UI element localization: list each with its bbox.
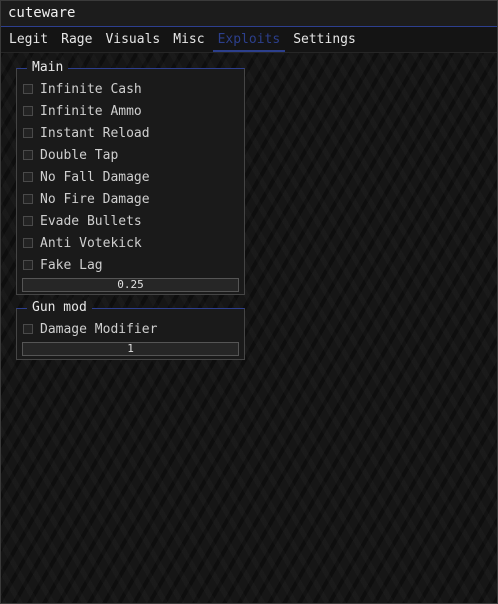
option-no-fall-damage[interactable]: No Fall Damage [17, 166, 244, 188]
option-instant-reload[interactable]: Instant Reload [17, 122, 244, 144]
infinite-ammo-label: Infinite Ammo [40, 103, 142, 119]
double-tap-checkbox[interactable] [23, 150, 33, 160]
gun-mod-group: Gun mod Damage Modifier 1 [16, 300, 245, 360]
tab-bar: Legit Rage Visuals Misc Exploits Setting… [1, 27, 497, 53]
option-fake-lag[interactable]: Fake Lag [17, 254, 244, 276]
evade-bullets-label: Evade Bullets [40, 213, 142, 229]
option-no-fire-damage[interactable]: No Fire Damage [17, 188, 244, 210]
content-area: Main Infinite Cash Infinite Ammo Instant… [1, 53, 497, 603]
option-infinite-cash[interactable]: Infinite Cash [17, 78, 244, 100]
no-fall-damage-label: No Fall Damage [40, 169, 150, 185]
main-group-title: Main [27, 60, 69, 76]
gun-mod-group-title: Gun mod [27, 300, 92, 316]
window-title: cuteware [1, 1, 497, 27]
fake-lag-checkbox[interactable] [23, 260, 33, 270]
infinite-cash-checkbox[interactable] [23, 84, 33, 94]
option-infinite-ammo[interactable]: Infinite Ammo [17, 100, 244, 122]
tab-visuals[interactable]: Visuals [100, 27, 165, 52]
no-fire-damage-label: No Fire Damage [40, 191, 150, 207]
option-evade-bullets[interactable]: Evade Bullets [17, 210, 244, 232]
tab-misc[interactable]: Misc [168, 27, 209, 52]
anti-votekick-label: Anti Votekick [40, 235, 142, 251]
double-tap-label: Double Tap [40, 147, 119, 163]
instant-reload-label: Instant Reload [40, 125, 150, 141]
infinite-ammo-checkbox[interactable] [23, 106, 33, 116]
tab-legit[interactable]: Legit [4, 27, 53, 52]
damage-modifier-label: Damage Modifier [40, 321, 158, 337]
option-anti-votekick[interactable]: Anti Votekick [17, 232, 244, 254]
no-fire-damage-checkbox[interactable] [23, 194, 33, 204]
option-double-tap[interactable]: Double Tap [17, 144, 244, 166]
app-window: cuteware Legit Rage Visuals Misc Exploit… [0, 0, 498, 604]
fake-lag-label: Fake Lag [40, 257, 103, 273]
damage-modifier-checkbox[interactable] [23, 324, 33, 334]
tab-settings[interactable]: Settings [288, 27, 361, 52]
no-fall-damage-checkbox[interactable] [23, 172, 33, 182]
anti-votekick-checkbox[interactable] [23, 238, 33, 248]
option-damage-modifier[interactable]: Damage Modifier [17, 318, 244, 340]
main-group: Main Infinite Cash Infinite Ammo Instant… [16, 60, 245, 295]
damage-modifier-slider[interactable]: 1 [22, 342, 239, 356]
evade-bullets-checkbox[interactable] [23, 216, 33, 226]
fake-lag-slider[interactable]: 0.25 [22, 278, 239, 292]
tab-rage[interactable]: Rage [56, 27, 97, 52]
infinite-cash-label: Infinite Cash [40, 81, 142, 97]
instant-reload-checkbox[interactable] [23, 128, 33, 138]
tab-exploits[interactable]: Exploits [212, 27, 286, 52]
